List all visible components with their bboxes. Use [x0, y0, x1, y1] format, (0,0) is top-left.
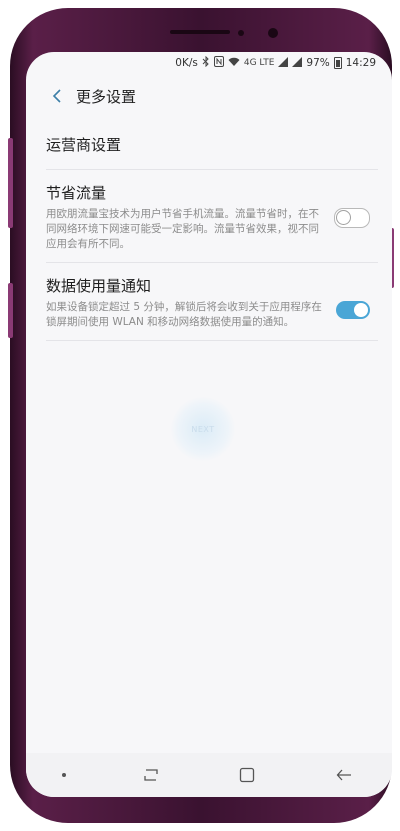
recents-button[interactable]: [131, 760, 171, 790]
status-bar: 0K/s 4G LTE 97% 14:29: [26, 52, 392, 74]
setting-description: 用欧朋流量宝技术为用户节省手机流量。流量节省时，在不同网络环境下网速可能受一定影…: [46, 208, 319, 250]
app-header: 更多设置: [26, 74, 392, 118]
setting-title: 数据使用量通知: [46, 277, 152, 295]
volume-button: [8, 138, 13, 228]
data-usage-notification-toggle[interactable]: [336, 301, 370, 319]
back-button[interactable]: [26, 74, 62, 118]
nfc-icon: [213, 56, 224, 70]
recent-apps-icon: [144, 769, 158, 781]
bixby-button: [8, 283, 13, 338]
network-type-label: 4G LTE: [243, 58, 275, 68]
signal-icon-2: [292, 56, 303, 70]
home-button[interactable]: [227, 760, 267, 790]
settings-list: 运营商设置 节省流量 用欧朋流量宝技术为用户节省手机流量。流量节省时，在不同网络…: [46, 124, 378, 341]
bluetooth-icon: [202, 55, 210, 70]
home-icon: [240, 767, 255, 783]
toggle-knob: [354, 303, 368, 317]
setting-data-saver[interactable]: 节省流量 用欧朋流量宝技术为用户节省手机流量。流量节省时，在不同网络环境下网速可…: [46, 170, 378, 263]
battery-percent: 97%: [306, 57, 330, 69]
signal-icon: [278, 56, 289, 70]
speaker-grille: [170, 30, 230, 34]
phone-frame: 0K/s 4G LTE 97% 14:29 更多设置 运营商设置 节省流量 用欧…: [8, 8, 394, 823]
network-speed: 0K/s: [175, 57, 198, 69]
sensor: [238, 30, 244, 36]
page-title: 更多设置: [76, 87, 137, 106]
setting-description: 如果设备锁定超过 5 分钟，解锁后将会收到关于应用程序在锁屏期间使用 WLAN …: [46, 301, 322, 328]
setting-data-usage-notification[interactable]: 数据使用量通知 如果设备锁定超过 5 分钟，解锁后将会收到关于应用程序在锁屏期间…: [46, 263, 378, 341]
back-arrow-icon: [336, 769, 351, 781]
navigation-bar: [26, 753, 392, 797]
front-camera: [268, 28, 278, 38]
screen: 0K/s 4G LTE 97% 14:29 更多设置 运营商设置 节省流量 用欧…: [26, 52, 392, 797]
watermark-label: NEXT: [191, 424, 215, 434]
back-nav-button[interactable]: [324, 760, 364, 790]
battery-icon: [333, 57, 342, 69]
next-watermark: NEXT: [171, 397, 235, 461]
toggle-knob: [336, 210, 351, 225]
setting-title: 运营商设置: [46, 136, 122, 154]
setting-title: 节省流量: [46, 184, 107, 202]
chevron-left-icon: [52, 89, 61, 103]
clock: 14:29: [345, 57, 376, 69]
data-saver-toggle[interactable]: [334, 208, 370, 228]
setting-carrier[interactable]: 运营商设置: [46, 124, 378, 170]
nav-dot: [54, 760, 74, 790]
wifi-icon: [228, 57, 240, 70]
